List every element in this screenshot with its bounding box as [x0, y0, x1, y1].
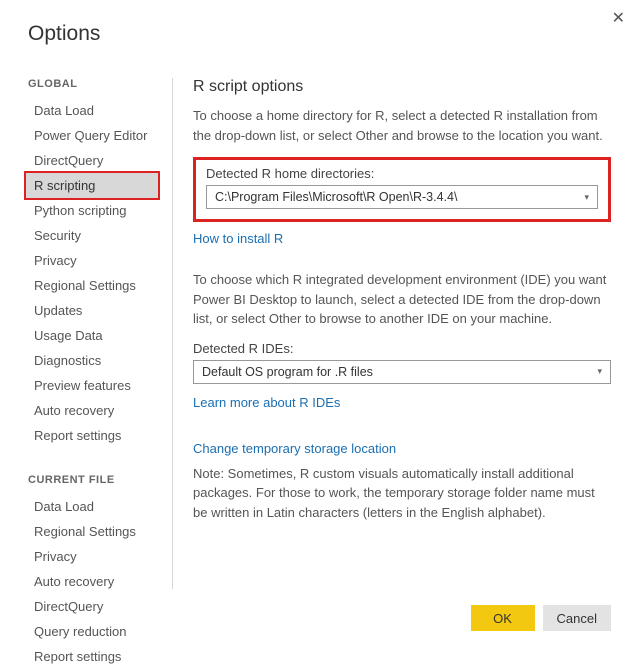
ok-button[interactable]: OK	[471, 605, 535, 631]
home-directory-dropdown[interactable]: C:\Program Files\Microsoft\R Open\R-3.4.…	[206, 185, 598, 209]
note-text: Note: Sometimes, R custom visuals automa…	[193, 464, 611, 523]
sidebar-item-diagnostics[interactable]: Diagnostics	[26, 348, 158, 373]
ide-dropdown[interactable]: Default OS program for .R files ▾	[193, 360, 611, 384]
sidebar-item-report-settings[interactable]: Report settings	[26, 423, 158, 448]
cancel-button[interactable]: Cancel	[543, 605, 611, 631]
sidebar-item-regional-settings[interactable]: Regional Settings	[26, 273, 158, 298]
sidebar-item-power-query-editor[interactable]: Power Query Editor	[26, 123, 158, 148]
home-directory-section: Detected R home directories: C:\Program …	[193, 157, 611, 222]
sidebar-header-global: GLOBAL	[28, 78, 158, 90]
sidebar-item-preview-features[interactable]: Preview features	[26, 373, 158, 398]
sidebar-item-updates[interactable]: Updates	[26, 298, 158, 323]
ide-value: Default OS program for .R files	[202, 365, 373, 379]
ide-label: Detected R IDEs:	[193, 341, 611, 356]
main-panel: R script options To choose a home direct…	[172, 78, 611, 589]
chevron-down-icon: ▾	[584, 192, 589, 203]
sidebar-item-python-scripting[interactable]: Python scripting	[26, 198, 158, 223]
sidebar-item-security[interactable]: Security	[26, 223, 158, 248]
sidebar-item-r-scripting[interactable]: R scripting	[26, 173, 158, 198]
home-directory-value: C:\Program Files\Microsoft\R Open\R-3.4.…	[215, 190, 457, 204]
sidebar-item-cf-auto-recovery[interactable]: Auto recovery	[26, 569, 158, 594]
sidebar-item-privacy[interactable]: Privacy	[26, 248, 158, 273]
sidebar-item-cf-regional-settings[interactable]: Regional Settings	[26, 519, 158, 544]
change-temp-storage-link[interactable]: Change temporary storage location	[193, 441, 396, 456]
sidebar-item-cf-directquery[interactable]: DirectQuery	[26, 594, 158, 619]
sidebar-item-data-load[interactable]: Data Load	[26, 98, 158, 123]
sidebar-item-usage-data[interactable]: Usage Data	[26, 323, 158, 348]
sidebar-item-cf-privacy[interactable]: Privacy	[26, 544, 158, 569]
dialog-title: Options	[28, 22, 100, 46]
sidebar-item-cf-data-load[interactable]: Data Load	[26, 494, 158, 519]
learn-more-r-ides-link[interactable]: Learn more about R IDEs	[193, 395, 340, 410]
page-heading: R script options	[193, 78, 611, 96]
dialog-footer: OK Cancel	[471, 605, 611, 631]
sidebar-item-directquery[interactable]: DirectQuery	[26, 148, 158, 173]
sidebar-item-auto-recovery[interactable]: Auto recovery	[26, 398, 158, 423]
sidebar-item-cf-query-reduction[interactable]: Query reduction	[26, 619, 158, 644]
chevron-down-icon: ▾	[597, 366, 602, 377]
home-directory-label: Detected R home directories:	[206, 166, 598, 181]
sidebar: GLOBAL Data Load Power Query Editor Dire…	[28, 78, 158, 669]
intro-text: To choose a home directory for R, select…	[193, 106, 611, 145]
close-button[interactable]: ✕	[612, 8, 625, 28]
ide-intro-text: To choose which R integrated development…	[193, 270, 611, 329]
sidebar-item-cf-report-settings[interactable]: Report settings	[26, 644, 158, 669]
sidebar-header-current-file: CURRENT FILE	[28, 474, 158, 486]
how-to-install-r-link[interactable]: How to install R	[193, 231, 283, 246]
